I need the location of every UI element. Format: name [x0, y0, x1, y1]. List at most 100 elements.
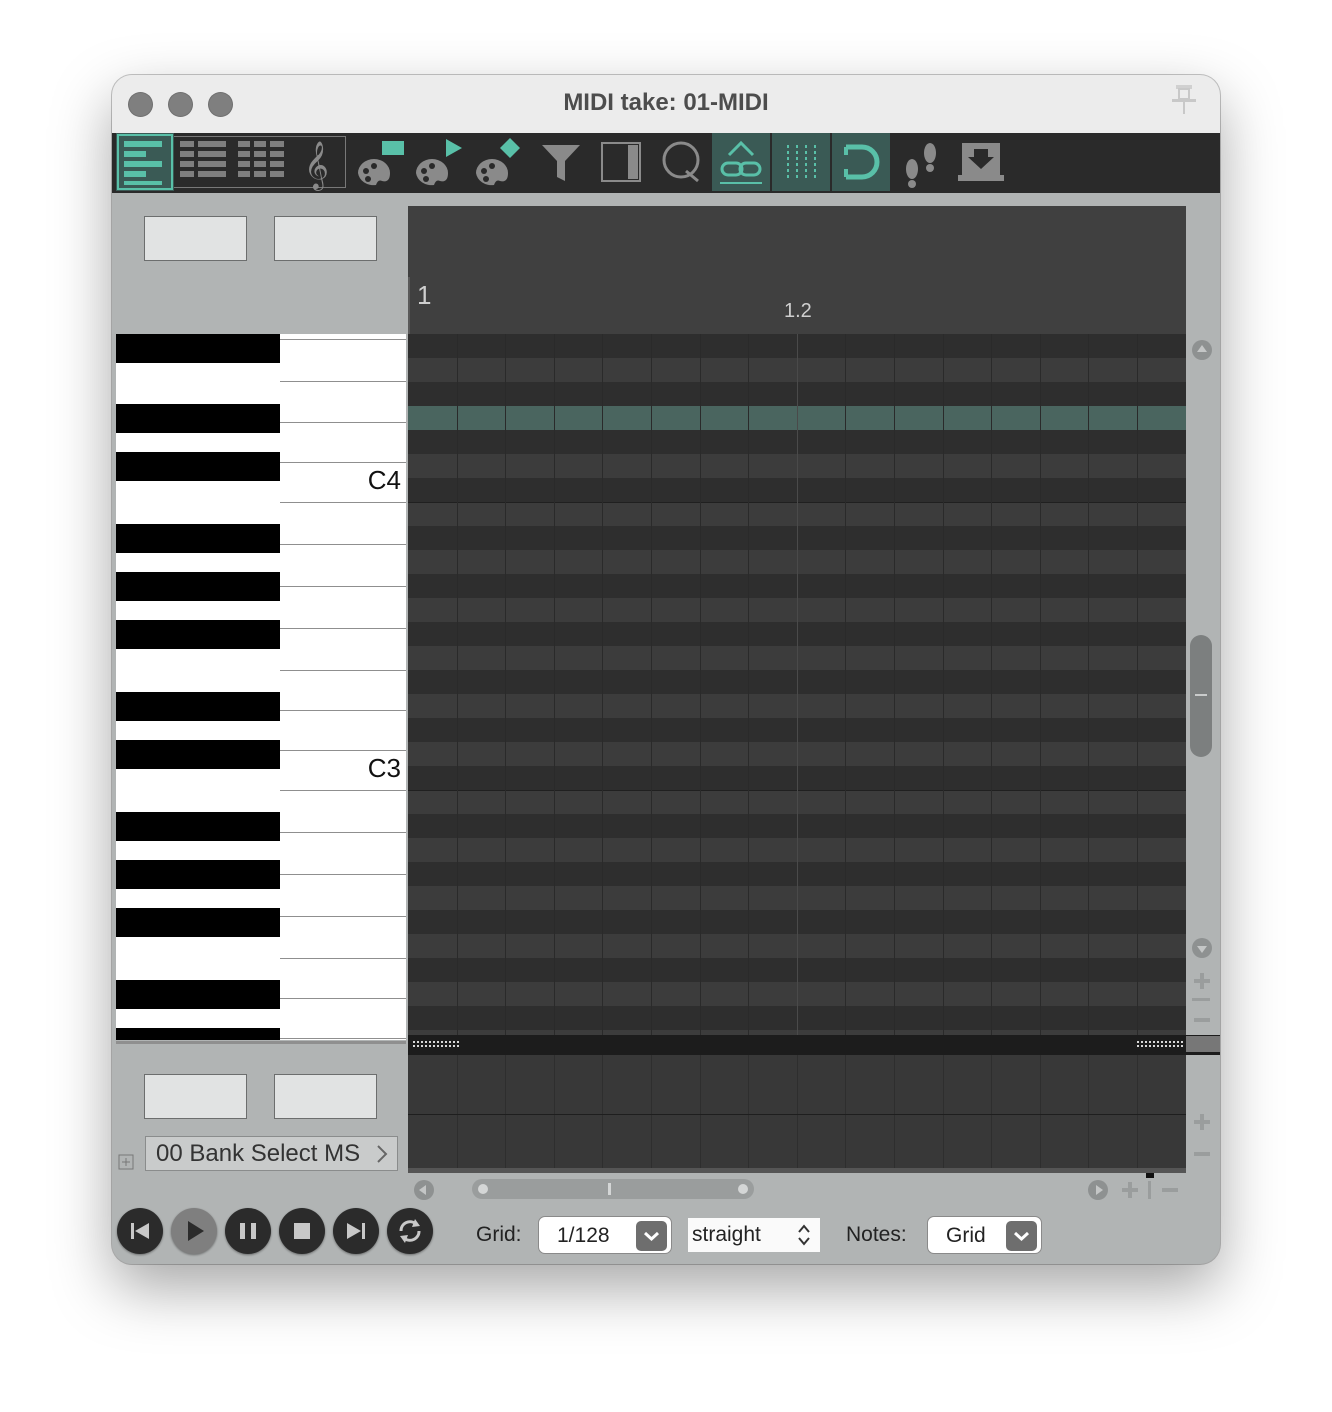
- grid-line: [457, 1055, 458, 1168]
- black-key[interactable]: [116, 524, 280, 553]
- grid-line: [991, 1055, 992, 1168]
- grid-line: [651, 334, 652, 1035]
- splitter-handle-left[interactable]: [412, 1040, 460, 1049]
- black-key[interactable]: [116, 404, 280, 433]
- palette-diamond-icon: [476, 138, 520, 186]
- black-key[interactable]: [116, 334, 280, 363]
- cc-lane-bottom-border: [408, 1168, 1186, 1173]
- zoom-out-vertical-icon[interactable]: [1192, 1010, 1212, 1035]
- swing-stepper[interactable]: straight: [688, 1218, 820, 1252]
- scroll-down-icon[interactable]: [1191, 937, 1213, 964]
- cc-lane[interactable]: [408, 1055, 1186, 1168]
- up-down-chevron-icon: [796, 1222, 812, 1253]
- grid-line: [894, 334, 895, 1035]
- grid-size-value: 1/128: [557, 1224, 610, 1247]
- lane-splitter[interactable]: [408, 1035, 1220, 1055]
- svg-text:𝄞: 𝄞: [304, 140, 329, 191]
- white-key-border: [280, 998, 406, 999]
- loop-button[interactable]: [387, 1208, 433, 1254]
- skip-end-icon: [347, 1223, 365, 1239]
- white-key-border: [280, 544, 406, 545]
- cc-zoom-in-icon[interactable]: [1192, 1112, 1212, 1137]
- black-key[interactable]: [116, 1028, 280, 1040]
- black-key[interactable]: [116, 572, 280, 601]
- insert-note-diamond-button[interactable]: [470, 133, 528, 191]
- zoom-in-horizontal-icon[interactable]: [1120, 1180, 1140, 1205]
- black-key[interactable]: [116, 860, 280, 889]
- play-icon: [188, 1221, 204, 1241]
- octave-label-c4: C4: [367, 465, 401, 495]
- cc-lane-button-1[interactable]: [144, 1074, 247, 1119]
- grid-line: [845, 1055, 846, 1168]
- piano-mode-button-1[interactable]: [144, 216, 247, 261]
- grid-line: [457, 334, 458, 1035]
- grid-label: Grid:: [476, 1223, 522, 1246]
- scroll-grip-icon: [608, 1183, 611, 1195]
- grid-line: [700, 334, 701, 1035]
- notes-label: Notes:: [846, 1223, 907, 1246]
- insert-note-play-button[interactable]: [410, 133, 468, 191]
- grid-line: [1137, 1055, 1138, 1168]
- scroll-thumb-end-cap: [738, 1184, 748, 1194]
- timeline-ruler[interactable]: 1 1.2: [408, 206, 1186, 334]
- black-key[interactable]: [116, 452, 280, 481]
- octave-label-c3: C3: [367, 753, 401, 783]
- piano-roll-view-button[interactable]: [116, 133, 174, 191]
- step-input-button[interactable]: [892, 133, 950, 191]
- zoom-in-vertical-icon[interactable]: [1192, 971, 1212, 996]
- named-notes-view-button[interactable]: [174, 133, 232, 191]
- skip-to-end-button[interactable]: [333, 1208, 379, 1254]
- grid-size-dropdown[interactable]: 1/128: [538, 1216, 672, 1254]
- horizontal-scrollbar-thumb[interactable]: [472, 1179, 754, 1199]
- link-cursor-button[interactable]: [712, 133, 770, 191]
- zoom-out-horizontal-icon[interactable]: [1160, 1180, 1180, 1205]
- stop-button[interactable]: [279, 1208, 325, 1254]
- splitter-handle-right[interactable]: [1136, 1040, 1184, 1049]
- white-key-border: [280, 958, 406, 959]
- snap-button[interactable]: [832, 133, 890, 191]
- event-list-button[interactable]: [592, 133, 650, 191]
- drum-grid-view-button[interactable]: [232, 133, 290, 191]
- commit-button[interactable]: [952, 133, 1010, 191]
- grid-lines-button[interactable]: [772, 133, 830, 191]
- scroll-left-icon[interactable]: [413, 1179, 435, 1206]
- scroll-thumb-start-cap: [478, 1184, 488, 1194]
- footprints-icon: [906, 143, 936, 188]
- skip-to-start-button[interactable]: [117, 1208, 163, 1254]
- piano-mode-button-2[interactable]: [274, 216, 377, 261]
- piano-keyboard[interactable]: C4 C3: [116, 334, 406, 1040]
- grid-lines-icon: [787, 145, 816, 179]
- white-key-border: [280, 874, 406, 875]
- notes-snap-dropdown[interactable]: Grid: [927, 1216, 1042, 1254]
- vertical-scrollbar-thumb[interactable]: [1190, 635, 1212, 757]
- drum-grid-icon: [238, 141, 284, 177]
- quantize-button[interactable]: [652, 133, 710, 191]
- treble-clef-icon: 𝄞: [304, 140, 329, 191]
- grid-line: [1040, 1055, 1041, 1168]
- pin-icon[interactable]: [1168, 82, 1200, 123]
- cc-lane-button-2[interactable]: [274, 1074, 377, 1119]
- named-notes-icon: [180, 141, 226, 177]
- black-key[interactable]: [116, 908, 280, 937]
- add-lane-icon[interactable]: [118, 1154, 134, 1175]
- black-key[interactable]: [116, 812, 280, 841]
- cc-zoom-out-icon[interactable]: [1192, 1144, 1212, 1169]
- pause-button[interactable]: [225, 1208, 271, 1254]
- black-key[interactable]: [116, 740, 280, 769]
- filter-events-button[interactable]: [532, 133, 590, 191]
- white-key-border: [280, 381, 406, 382]
- scroll-right-icon[interactable]: [1087, 1179, 1109, 1206]
- grid-line: [894, 1055, 895, 1168]
- insert-note-button[interactable]: [352, 133, 410, 191]
- black-key[interactable]: [116, 620, 280, 649]
- black-key[interactable]: [116, 692, 280, 721]
- white-key-border: [280, 586, 406, 587]
- ruler-marker-beat-2: 1.2: [784, 300, 812, 322]
- notation-view-button[interactable]: 𝄞: [290, 133, 348, 191]
- white-key-border: [280, 502, 406, 503]
- cc-lane-selector[interactable]: 00 Bank Select MSB: [145, 1136, 398, 1171]
- play-button[interactable]: [171, 1208, 217, 1254]
- scroll-up-icon[interactable]: [1191, 339, 1213, 366]
- piano-roll-grid[interactable]: [408, 334, 1186, 1035]
- black-key[interactable]: [116, 980, 280, 1009]
